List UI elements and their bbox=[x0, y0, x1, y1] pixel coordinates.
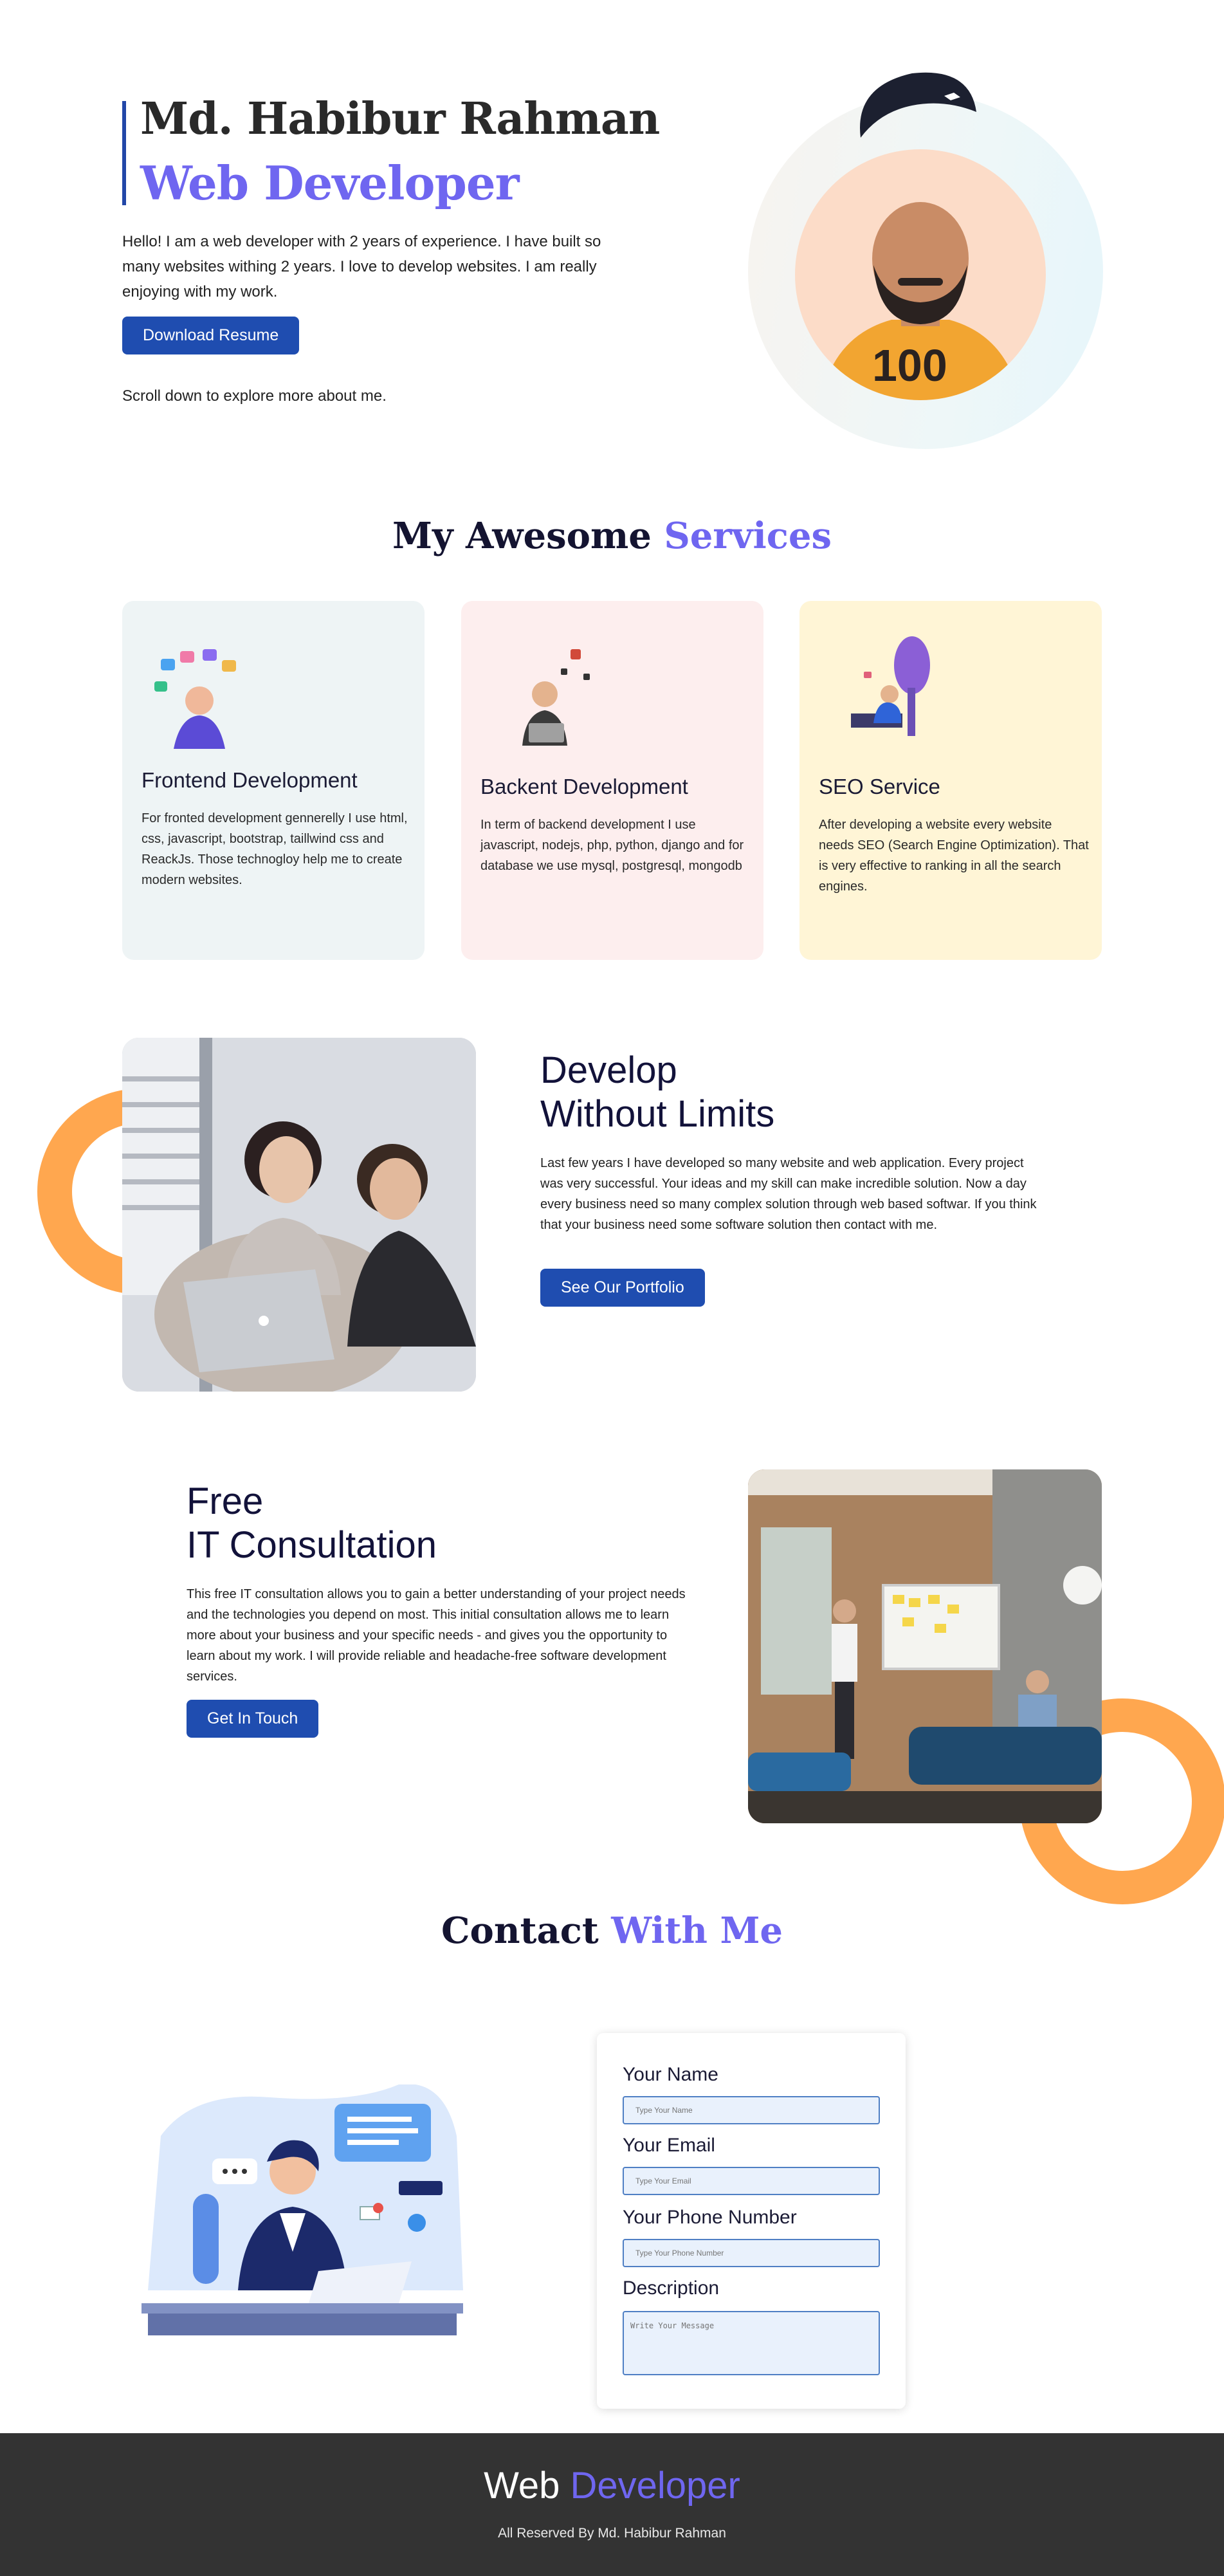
description-label: Description bbox=[623, 2277, 720, 2299]
footer-brand-main: Web bbox=[484, 2465, 571, 2507]
services-title-accent: Services bbox=[664, 515, 832, 557]
service-card-desc: For fronted development gennerelly I use… bbox=[142, 811, 408, 887]
frontend-illustration-icon bbox=[154, 649, 236, 749]
service-card-desc: After developing a website every website… bbox=[819, 818, 1089, 894]
contact-title-accent: With Me bbox=[611, 1909, 783, 1952]
backend-illustration-icon bbox=[522, 649, 590, 746]
consult-photo-illustration bbox=[748, 1469, 1102, 1823]
hero-intro: Hello! I am a web developer with 2 years… bbox=[122, 233, 601, 300]
hero-accent-bar bbox=[122, 101, 126, 205]
contact-form: Your Name Your Email Your Phone Number D… bbox=[597, 2033, 906, 2409]
phone-label: Your Phone Number bbox=[623, 2207, 797, 2228]
develop-text: Last few years I have developed so many … bbox=[540, 1156, 1037, 1232]
email-input[interactable] bbox=[623, 2167, 880, 2195]
service-card-seo: SEO Service After developing a website e… bbox=[799, 601, 1102, 960]
service-card-frontend: Frontend Development For fronted develop… bbox=[122, 601, 425, 960]
svg-text:100: 100 bbox=[872, 340, 947, 391]
hero-name: Md. Habibur Rahman bbox=[140, 93, 660, 145]
consult-photo bbox=[748, 1469, 1102, 1823]
services-title: My Awesome Services bbox=[0, 515, 1224, 557]
seo-illustration-icon bbox=[851, 636, 930, 736]
email-label: Your Email bbox=[623, 2135, 715, 2156]
develop-title-line2: Without Limits bbox=[540, 1093, 775, 1135]
phone-input[interactable] bbox=[623, 2239, 880, 2267]
service-card-title: SEO Service bbox=[819, 775, 940, 798]
contact-title-main: Contact bbox=[441, 1909, 612, 1952]
hero-role: Web Developer bbox=[140, 156, 520, 210]
name-label: Your Name bbox=[623, 2064, 718, 2085]
consult-text: This free IT consultation allows you to … bbox=[187, 1587, 686, 1684]
contact-title: Contact With Me bbox=[0, 1909, 1224, 1952]
develop-title: Develop Without Limits bbox=[540, 1049, 926, 1136]
description-textarea[interactable] bbox=[623, 2311, 880, 2375]
see-portfolio-button[interactable]: See Our Portfolio bbox=[540, 1269, 705, 1307]
footer-rights: All Reserved By Md. Habibur Rahman bbox=[498, 2526, 726, 2541]
service-card-title: Frontend Development bbox=[142, 768, 358, 792]
cap-icon bbox=[860, 72, 976, 138]
service-card-desc: In term of backend development I use jav… bbox=[480, 818, 744, 873]
service-card-title: Backent Development bbox=[480, 775, 688, 798]
support-agent-illustration bbox=[142, 2084, 463, 2335]
download-resume-button[interactable]: Download Resume bbox=[122, 317, 300, 354]
footer-brand: Web Developer bbox=[0, 2464, 1224, 2507]
consult-title: Free IT Consultation bbox=[187, 1480, 572, 1567]
avatar: 100 bbox=[795, 149, 1046, 400]
footer-brand-accent: Developer bbox=[570, 2465, 740, 2507]
services-title-main: My Awesome bbox=[392, 515, 664, 557]
develop-photo bbox=[122, 1038, 476, 1392]
name-input[interactable] bbox=[623, 2096, 880, 2124]
develop-photo-illustration bbox=[122, 1038, 476, 1392]
scroll-hint: Scroll down to explore more about me. bbox=[122, 387, 387, 405]
consult-title-line1: Free bbox=[187, 1480, 264, 1522]
develop-title-line1: Develop bbox=[540, 1049, 677, 1091]
get-in-touch-button[interactable]: Get In Touch bbox=[187, 1700, 319, 1738]
service-card-backend: Backent Development In term of backend d… bbox=[461, 601, 763, 960]
consult-title-line2: IT Consultation bbox=[187, 1524, 437, 1566]
avatar-person-illustration: 100 bbox=[821, 202, 1020, 400]
